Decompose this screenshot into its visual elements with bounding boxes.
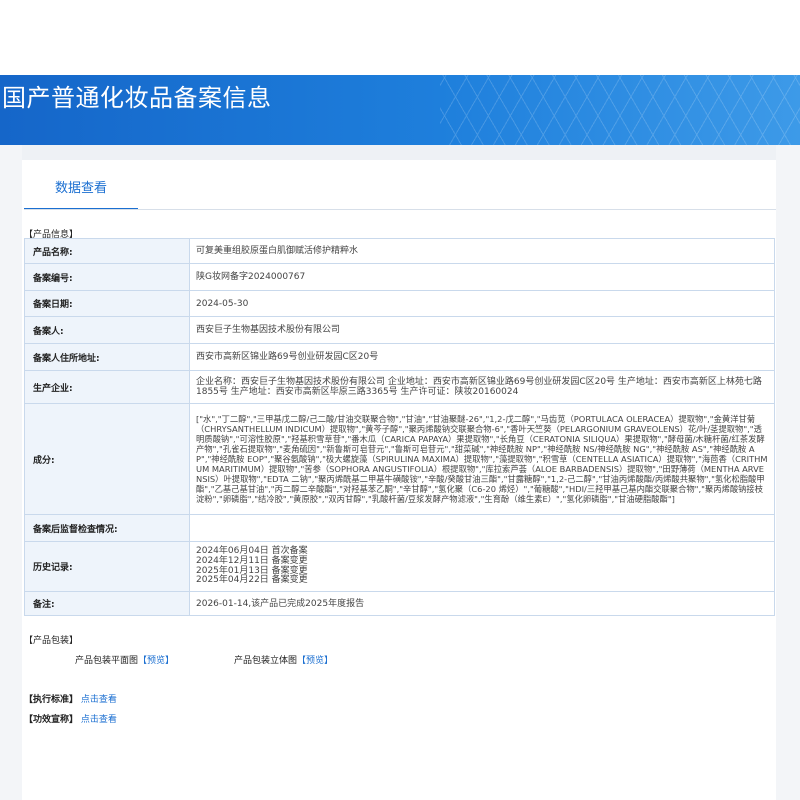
row-label: 备案编号: <box>24 263 190 291</box>
packaging-flat: 产品包装平面图【预览】 <box>75 653 174 666</box>
packaging-flat-preview-link[interactable]: 【预览】 <box>138 656 174 666</box>
row-label: 生产企业: <box>24 370 190 404</box>
table-row: 备案日期: 2024-05-30 <box>24 290 775 317</box>
packaging-stereo-label: 产品包装立体图 <box>234 656 298 666</box>
history-value: 2024年06月04日 首次备案 2024年12月11日 备案变更 2025年0… <box>189 541 775 592</box>
registrant-value: 西安巨子生物基因技术股份有限公司 <box>189 316 775 344</box>
row-label: 备注: <box>24 591 190 616</box>
table-row: 成分: ["水","丁二醇","三甲基戊二醇/己二酸/甘油交联聚合物","甘油"… <box>24 403 775 515</box>
claims-view-link[interactable]: 点击查看 <box>81 715 117 725</box>
inspection-value <box>189 514 775 542</box>
page-background-left <box>0 145 22 800</box>
table-row: 备案人: 西安巨子生物基因技术股份有限公司 <box>24 316 775 344</box>
banner-pattern <box>440 75 800 145</box>
row-label: 备案日期: <box>24 290 190 317</box>
table-row: 备案人住所地址: 西安市高新区锦业路69号创业研发园C区20号 <box>24 343 775 371</box>
table-row: 备案编号: 陕G妆网备字2024000767 <box>24 263 775 291</box>
record-number-value: 陕G妆网备字2024000767 <box>189 263 775 291</box>
table-row: 产品名称: 可复美重组胶原蛋白肌御赋活修护精粹水 <box>24 238 775 264</box>
row-label: 备案人住所地址: <box>24 343 190 371</box>
product-name-value: 可复美重组胶原蛋白肌御赋活修护精粹水 <box>189 238 775 264</box>
table-row: 生产企业: 企业名称：西安巨子生物基因技术股份有限公司 企业地址：西安市高新区锦… <box>24 370 775 404</box>
record-date-value: 2024-05-30 <box>189 290 775 317</box>
ingredients-value: ["水","丁二醇","三甲基戊二醇/己二酸/甘油交联聚合物","甘油","甘油… <box>189 403 775 515</box>
claims-heading: 【功效宣称】 <box>24 715 79 725</box>
table-row: 历史记录: 2024年06月04日 首次备案 2024年12月11日 备案变更 … <box>24 541 775 592</box>
standard-view-link[interactable]: 点击查看 <box>81 695 117 705</box>
packaging-flat-label: 产品包装平面图 <box>75 656 139 666</box>
remark-value: 2026-01-14,该产品已完成2025年度报告 <box>189 591 775 616</box>
tab-divider <box>24 209 776 210</box>
row-label: 成分: <box>24 403 190 515</box>
tab-data-view[interactable]: 数据查看 <box>24 170 138 210</box>
page-background-top <box>0 145 800 160</box>
header-banner: 国产普通化妆品备案信息 <box>0 75 800 145</box>
page-title: 国产普通化妆品备案信息 <box>2 84 272 112</box>
row-label: 备案人: <box>24 316 190 344</box>
packaging-heading: 【产品包装】 <box>24 636 79 646</box>
table-row: 备案后监督检查情况: <box>24 514 775 542</box>
table-row: 备注: 2026-01-14,该产品已完成2025年度报告 <box>24 591 775 616</box>
row-label: 备案后监督检查情况: <box>24 514 190 542</box>
product-info-table: 产品名称: 可复美重组胶原蛋白肌御赋活修护精粹水 备案编号: 陕G妆网备字202… <box>24 238 775 616</box>
registrant-address-value: 西安市高新区锦业路69号创业研发园C区20号 <box>189 343 775 371</box>
packaging-stereo-preview-link[interactable]: 【预览】 <box>297 656 333 666</box>
page-background-right <box>776 145 800 800</box>
history-entry: 2025年04月22日 备案变更 <box>196 575 308 586</box>
standard-section: 【执行标准】 点击查看 <box>24 692 117 705</box>
packaging-stereo: 产品包装立体图【预览】 <box>234 653 333 666</box>
tab-label: 数据查看 <box>54 181 107 196</box>
row-label: 历史记录: <box>24 541 190 592</box>
row-label: 产品名称: <box>24 238 190 264</box>
standard-heading: 【执行标准】 <box>24 695 79 705</box>
claims-section: 【功效宣称】 点击查看 <box>24 712 117 725</box>
manufacturer-value: 企业名称：西安巨子生物基因技术股份有限公司 企业地址：西安市高新区锦业路69号创… <box>189 370 775 404</box>
